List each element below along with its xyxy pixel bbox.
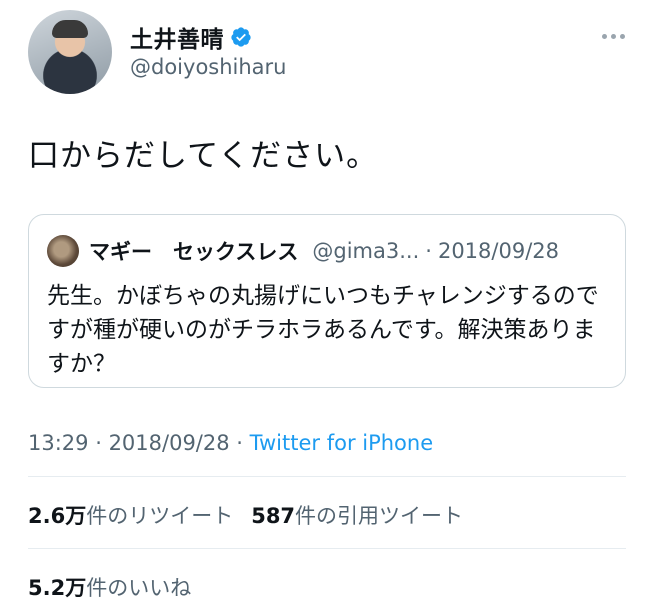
- tweet-time[interactable]: 13:29: [28, 431, 89, 455]
- more-options-icon[interactable]: [602, 34, 625, 39]
- author-display-name[interactable]: 土井善晴: [130, 20, 224, 54]
- retweets-count: 2.6万: [28, 504, 87, 528]
- author-name[interactable]: 土井善晴: [130, 20, 252, 54]
- divider: [28, 548, 626, 549]
- quoted-author-avatar: [47, 235, 79, 267]
- tweet-date[interactable]: 2018/09/28: [109, 431, 230, 455]
- tweet-text: 口からだしてください。: [28, 138, 379, 174]
- likes-label: 件のいいね: [86, 576, 192, 600]
- quoted-author-name: マギー セックスレス: [89, 240, 299, 264]
- author-avatar[interactable]: [28, 10, 112, 94]
- tweet-stats: 2.6万件のリツイート 587件の引用ツイート: [28, 500, 463, 530]
- retweets-stat[interactable]: 2.6万件のリツイート: [28, 500, 233, 530]
- separator-dot: ·: [425, 239, 432, 263]
- tweet-source[interactable]: Twitter for iPhone: [250, 431, 434, 455]
- quoted-tweet-date: 2018/09/28: [437, 239, 559, 263]
- quotes-stat[interactable]: 587件の引用ツイート: [251, 500, 463, 530]
- quoted-tweet-header: マギー セックスレス @gima3... · 2018/09/28: [47, 235, 559, 267]
- meta-separator: ·: [88, 431, 109, 455]
- meta-separator: ·: [229, 431, 250, 455]
- quoted-tweet[interactable]: マギー セックスレス @gima3... · 2018/09/28 先生。かぼち…: [28, 214, 626, 388]
- verified-badge-icon: [231, 27, 251, 47]
- quotes-label: 件の引用ツイート: [295, 504, 464, 528]
- divider: [28, 476, 626, 477]
- quotes-count: 587: [251, 504, 296, 528]
- likes-stat[interactable]: 5.2万件のいいね: [28, 572, 191, 602]
- tweet-meta: 13:29 · 2018/09/28 · Twitter for iPhone: [28, 431, 433, 455]
- quoted-author-handle: @gima3...: [312, 239, 420, 263]
- likes-count: 5.2万: [28, 576, 87, 600]
- retweets-label: 件のリツイート: [86, 504, 234, 528]
- quoted-tweet-text: 先生。かぼちゃの丸揚げにいつもチャレンジするのですが種が硬いのがチラホラあるんで…: [47, 283, 599, 377]
- author-handle[interactable]: @doiyoshiharu: [130, 55, 287, 79]
